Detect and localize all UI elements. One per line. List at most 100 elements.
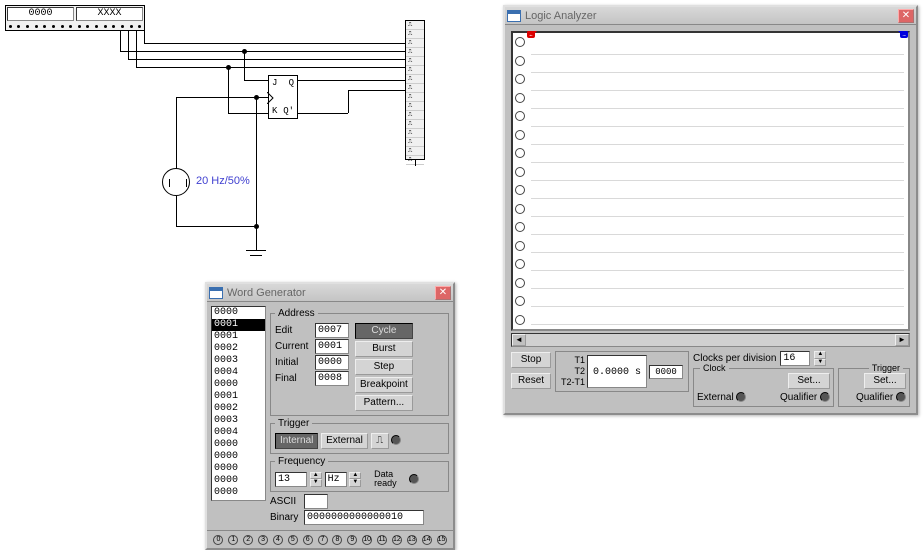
analyzer-scrollbar[interactable]: ◄ ► — [511, 333, 910, 347]
step-button[interactable]: Step — [355, 359, 413, 375]
channel-terminal — [515, 130, 525, 140]
word-display-right: XXXX — [76, 7, 143, 21]
analyzer-connector: ⎍⎍⎍⎍ ⎍⎍⎍⎍ ⎍⎍⎍⎍ ⎍⎍⎍⎍ — [405, 20, 425, 160]
channel-terminal — [515, 259, 525, 269]
channel-terminal — [515, 278, 525, 288]
word-list-item[interactable]: 0003 — [212, 355, 265, 367]
reset-button[interactable]: Reset — [511, 373, 551, 389]
frequency-input[interactable]: 13 — [275, 472, 307, 487]
word-list-item[interactable]: 0000 — [212, 439, 265, 451]
cycle-button[interactable]: Cycle — [355, 323, 413, 339]
word-list-item[interactable]: 0001 — [212, 391, 265, 403]
channel-terminal — [515, 37, 525, 47]
edit-label: Edit — [275, 325, 315, 336]
binary-input[interactable]: 0000000000000010 — [304, 510, 424, 525]
initial-label: Initial — [275, 357, 315, 368]
clock-external-label: External — [697, 392, 734, 403]
jk-flipflop: J Q K Q' — [268, 75, 298, 119]
ascii-input[interactable] — [304, 494, 328, 509]
trigger-set-button[interactable]: Set... — [864, 373, 906, 389]
stop-button[interactable]: Stop — [511, 352, 551, 368]
clock-set-button[interactable]: Set... — [788, 373, 830, 389]
word-display-component: 0000 XXXX — [5, 5, 145, 31]
word-list-item[interactable]: 0000 — [212, 463, 265, 475]
word-display-left: 0000 — [7, 7, 74, 21]
word-list[interactable]: 0000000100010002000300040000000100020003… — [211, 306, 266, 501]
current-input[interactable]: 0001 — [315, 339, 349, 354]
clocks-per-div-spinner[interactable]: ▲▼ — [814, 351, 826, 366]
close-icon[interactable]: ✕ — [435, 286, 451, 300]
edit-input[interactable]: 0007 — [315, 323, 349, 338]
clock-source-label: 20 Hz/50% — [196, 175, 250, 187]
circuit-schematic: 0000 XXXX J Q K Q' 20 Hz/50% — [0, 0, 500, 280]
jk-qn-label: Q' — [283, 106, 294, 116]
clock-source — [162, 168, 190, 196]
channel-terminal — [515, 204, 525, 214]
output-pin: 1 — [228, 535, 238, 545]
channel-terminal — [515, 241, 525, 251]
channel-terminal — [515, 111, 525, 121]
burst-button[interactable]: Burst — [355, 341, 413, 357]
final-label: Final — [275, 373, 315, 384]
output-pin: 2 — [243, 535, 253, 545]
channel-terminal — [515, 148, 525, 158]
ascii-label: ASCII — [270, 496, 304, 507]
word-list-item[interactable]: 0000 — [212, 307, 265, 319]
trigger-external-button[interactable]: External — [321, 433, 368, 449]
data-ready-label: Data ready — [374, 470, 406, 488]
close-icon[interactable]: ✕ — [898, 9, 914, 23]
breakpoint-button[interactable]: Breakpoint — [355, 377, 413, 393]
word-list-item[interactable]: 0000 — [212, 475, 265, 487]
word-list-item[interactable]: 0001 — [212, 331, 265, 343]
word-list-item[interactable]: 0001 — [212, 319, 265, 331]
clocks-per-div-input[interactable]: 16 — [780, 351, 810, 366]
analyzer-display[interactable]: 1 2 — [511, 31, 910, 331]
trigger-edge-button[interactable]: ⎍ — [371, 433, 389, 449]
scroll-left-icon[interactable]: ◄ — [512, 334, 526, 346]
binary-label: Binary — [270, 512, 304, 523]
ground-symbol — [246, 250, 266, 264]
output-pin: 12 — [392, 535, 402, 545]
clock-qualifier-label: Qualifier — [780, 392, 817, 403]
word-list-item[interactable]: 0003 — [212, 415, 265, 427]
word-list-item[interactable]: 0004 — [212, 367, 265, 379]
trigger-group: Trigger Internal External ⎍ — [270, 418, 449, 454]
current-label: Current — [275, 341, 315, 352]
word-list-item[interactable]: 0002 — [212, 343, 265, 355]
data-ready-led — [409, 474, 419, 484]
trigger-qualifier-label: Qualifier — [856, 392, 893, 403]
jk-q-label: Q — [289, 78, 294, 88]
window-icon — [507, 10, 521, 22]
time-small-readout: 0000 — [649, 365, 683, 379]
scroll-right-icon[interactable]: ► — [895, 334, 909, 346]
word-list-item[interactable]: 0000 — [212, 487, 265, 499]
output-pin: 15 — [437, 535, 447, 545]
word-list-item[interactable]: 0002 — [212, 403, 265, 415]
final-input[interactable]: 0008 — [315, 371, 349, 386]
output-pin: 10 — [362, 535, 372, 545]
trigger-led — [391, 435, 401, 445]
word-list-item[interactable]: 0000 — [212, 379, 265, 391]
output-pin: 6 — [303, 535, 313, 545]
logic-analyzer-titlebar[interactable]: Logic Analyzer ✕ — [505, 7, 916, 25]
word-list-item[interactable]: 0004 — [212, 427, 265, 439]
word-generator-output-pins: 0123456789101112131415 — [207, 530, 453, 548]
output-pin: 11 — [377, 535, 387, 545]
frequency-legend: Frequency — [275, 456, 328, 467]
channel-terminal — [515, 167, 525, 177]
initial-input[interactable]: 0000 — [315, 355, 349, 370]
output-pin: 8 — [332, 535, 342, 545]
frequency-unit-select[interactable]: Hz — [325, 472, 347, 487]
word-generator-titlebar[interactable]: Word Generator ✕ — [207, 284, 453, 302]
logic-analyzer-window: Logic Analyzer ✕ 1 2 ◄ ► Stop Reset T1 T… — [503, 5, 918, 415]
pattern-button[interactable]: Pattern... — [355, 395, 413, 411]
output-pin: 3 — [258, 535, 268, 545]
frequency-spinner[interactable]: ▲▼ — [310, 472, 322, 487]
trigger-group-legend: Trigger — [869, 363, 903, 373]
trigger-internal-button[interactable]: Internal — [275, 433, 318, 449]
channel-terminal — [515, 222, 525, 232]
frequency-unit-spinner[interactable]: ▲▼ — [349, 472, 361, 487]
word-list-item[interactable]: 0000 — [212, 451, 265, 463]
window-icon — [209, 287, 223, 299]
output-pin: 13 — [407, 535, 417, 545]
